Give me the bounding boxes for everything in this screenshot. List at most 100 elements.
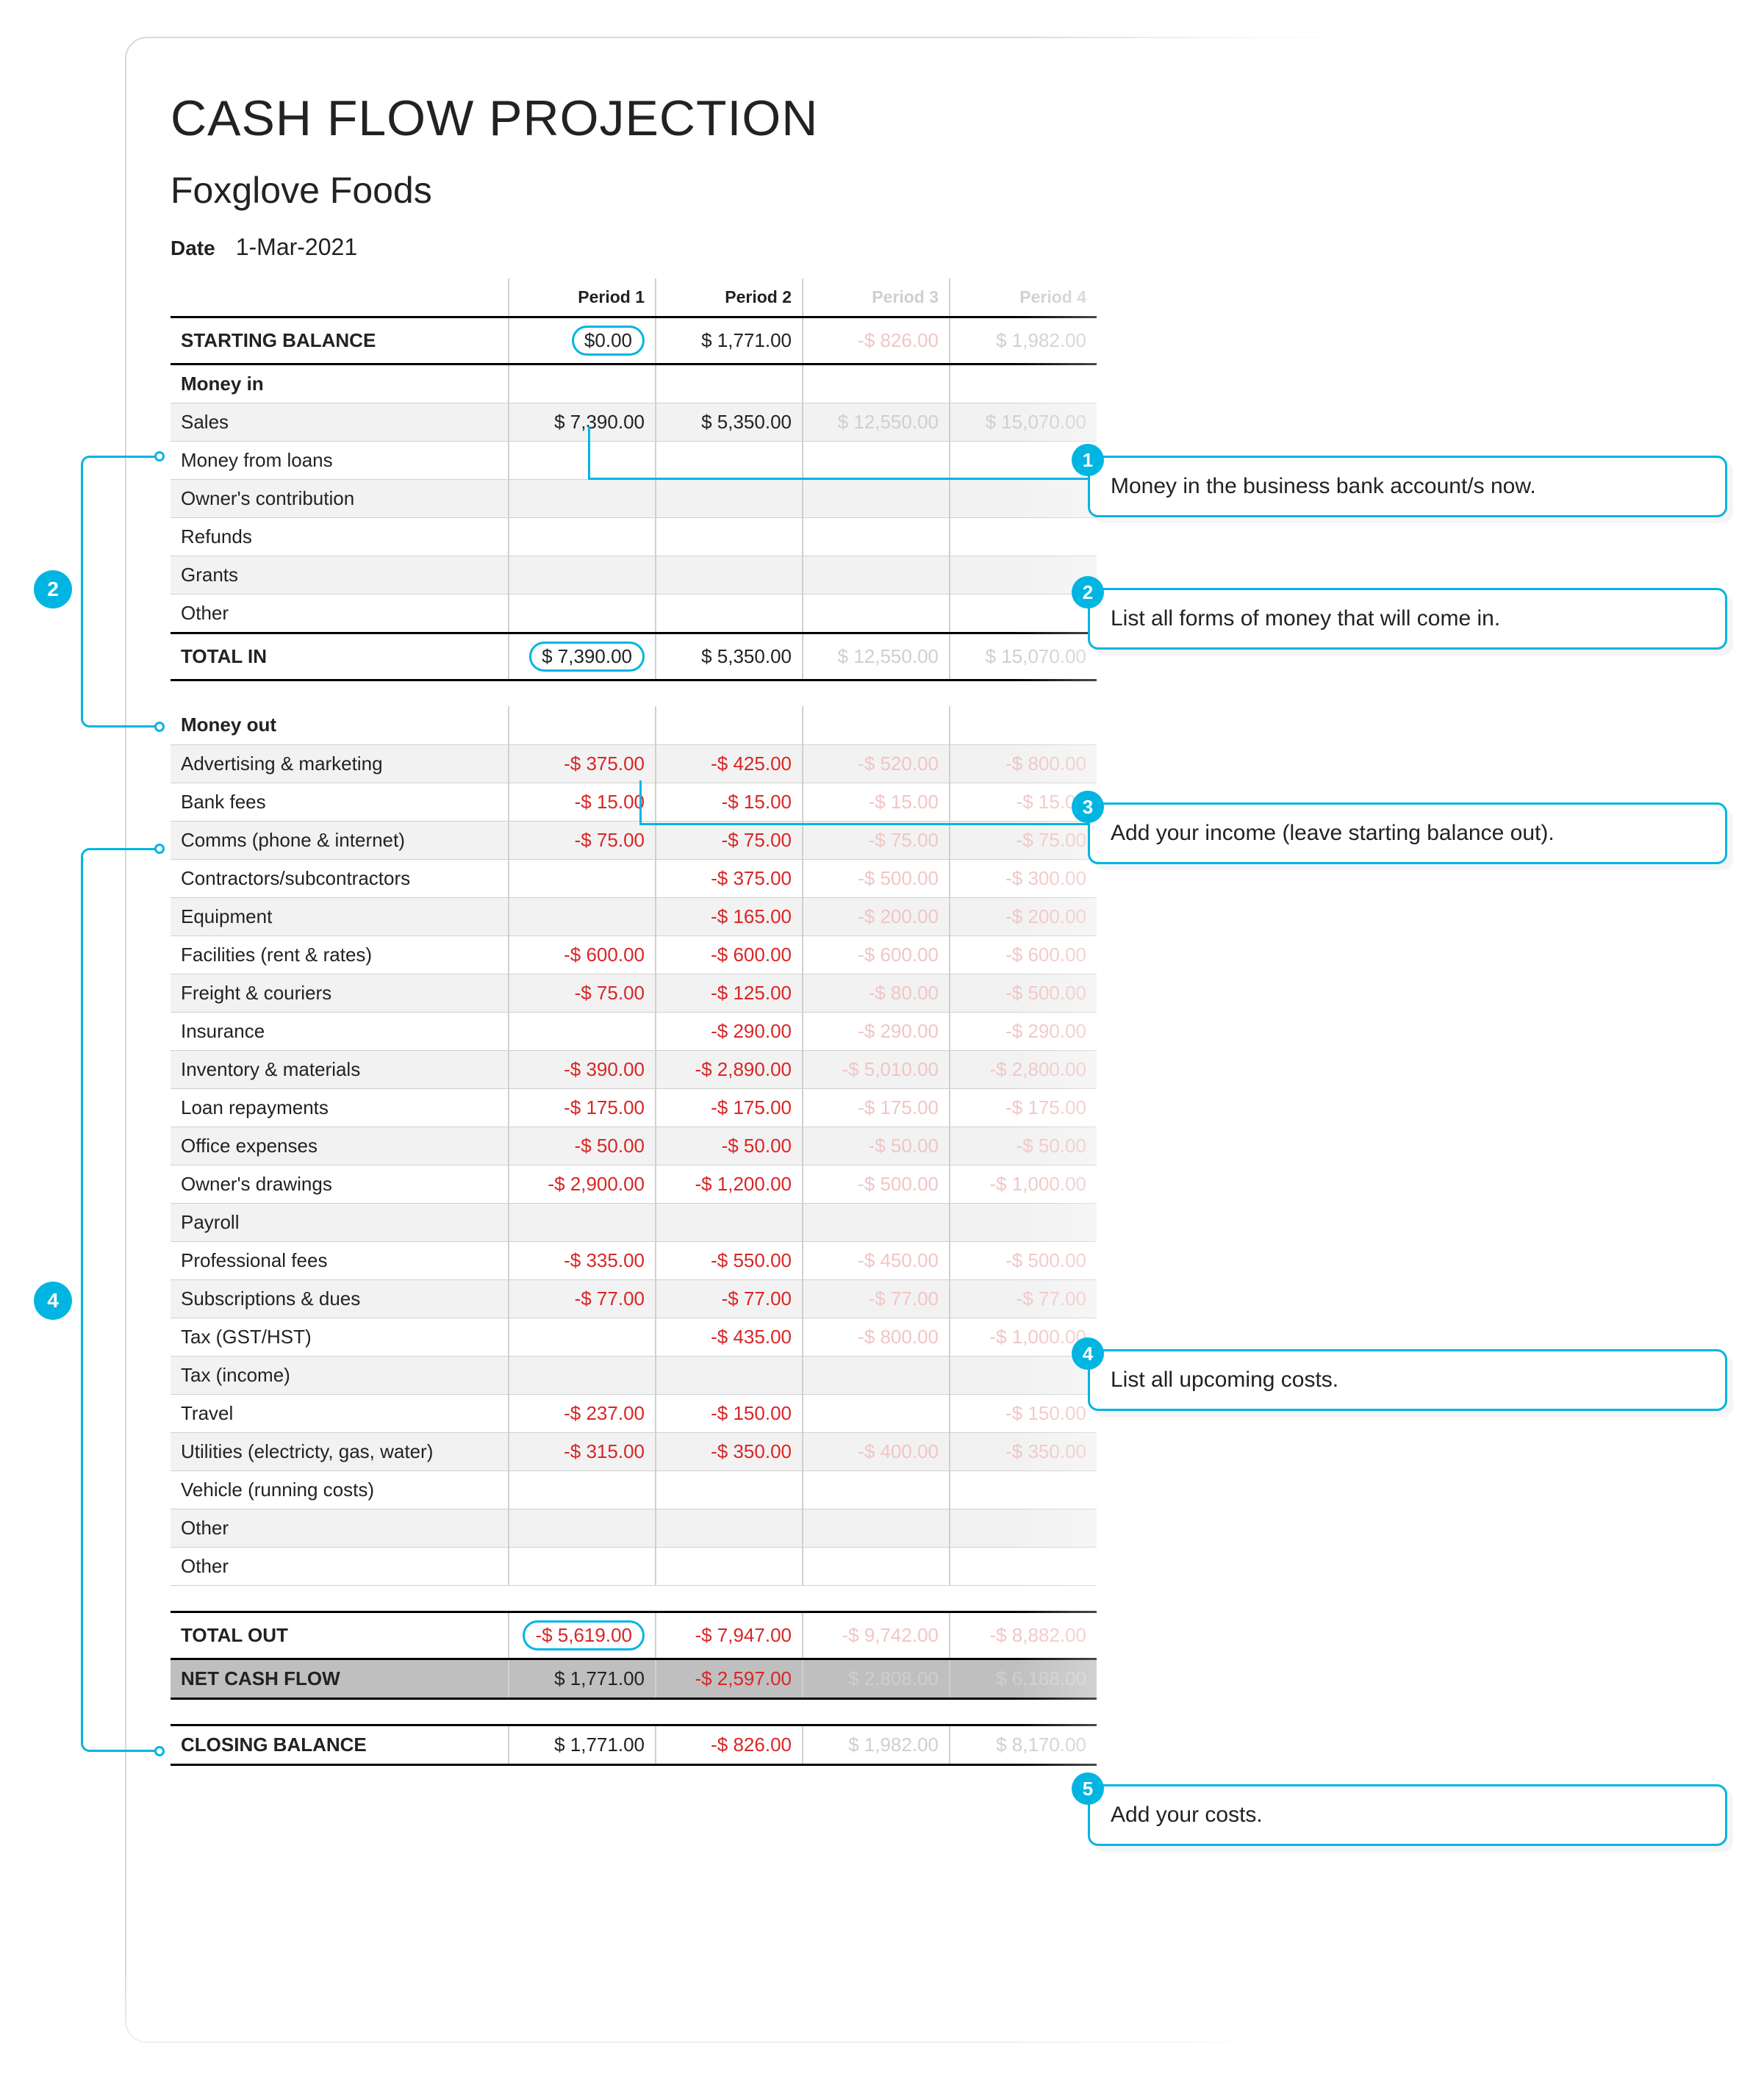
money-out-p2: -$ 375.00: [656, 859, 803, 897]
money-in-p3: [803, 479, 950, 517]
money-out-p2: -$ 435.00: [656, 1318, 803, 1356]
row-total-out-label: TOTAL OUT: [171, 1612, 509, 1659]
money-in-p2: [656, 517, 803, 556]
money-out-p2: -$ 50.00: [656, 1127, 803, 1165]
money-out-p4: [950, 1509, 1097, 1547]
closing-p2: -$ 826.00: [656, 1725, 803, 1764]
money-out-p3: -$ 175.00: [803, 1088, 950, 1127]
money-out-row-label: Freight & couriers: [171, 974, 509, 1012]
cell: [509, 364, 656, 403]
money-out-p1: -$ 390.00: [509, 1050, 656, 1088]
closing-p3: $ 1,982.00: [803, 1725, 950, 1764]
money-out-row-label: Bank fees: [171, 783, 509, 821]
money-out-p4: [950, 1547, 1097, 1585]
money-out-row-label: Travel: [171, 1394, 509, 1432]
cell: [171, 1585, 509, 1612]
money-out-row-label: Owner's drawings: [171, 1165, 509, 1203]
callout-badge-3: 3: [1072, 791, 1104, 823]
xero-branding: xero Beautiful business: [1524, 94, 1696, 172]
money-out-p2: [656, 1356, 803, 1394]
money-out-row-label: Contractors/subcontractors: [171, 859, 509, 897]
callout-4: List all upcoming costs.: [1088, 1349, 1727, 1411]
col-period-3: Period 3: [803, 279, 950, 317]
money-out-p2: -$ 425.00: [656, 744, 803, 783]
callout-5: Add your costs.: [1088, 1784, 1727, 1846]
row-starting-label: STARTING BALANCE: [171, 317, 509, 364]
cell: [950, 1698, 1097, 1725]
money-out-p1: [509, 1203, 656, 1241]
money-out-p2: [656, 1547, 803, 1585]
money-out-p3: [803, 1356, 950, 1394]
money-in-p2: [656, 594, 803, 633]
total-in-p2: $ 5,350.00: [656, 633, 803, 680]
money-out-row-label: Tax (GST/HST): [171, 1318, 509, 1356]
money-out-p3: -$ 5,010.00: [803, 1050, 950, 1088]
money-out-row-label: Other: [171, 1547, 509, 1585]
money-out-p3: [803, 1509, 950, 1547]
money-out-p4: -$ 350.00: [950, 1432, 1097, 1470]
money-out-p3: -$ 450.00: [803, 1241, 950, 1279]
money-out-p2: -$ 165.00: [656, 897, 803, 935]
money-out-row-label: Inventory & materials: [171, 1050, 509, 1088]
money-out-row-label: Professional fees: [171, 1241, 509, 1279]
money-out-p2: -$ 150.00: [656, 1394, 803, 1432]
money-in-p1: [509, 594, 656, 633]
money-out-p1: -$ 75.00: [509, 974, 656, 1012]
money-out-row-label: Payroll: [171, 1203, 509, 1241]
money-out-p3: -$ 800.00: [803, 1318, 950, 1356]
cell: [171, 1698, 509, 1725]
money-out-p2: -$ 125.00: [656, 974, 803, 1012]
money-in-p1: [509, 441, 656, 479]
bracket-badge-2: 2: [34, 570, 72, 608]
money-out-p4: [950, 1203, 1097, 1241]
money-out-p4: -$ 1,000.00: [950, 1165, 1097, 1203]
money-in-row-label: Refunds: [171, 517, 509, 556]
money-out-p3: -$ 500.00: [803, 859, 950, 897]
net-p1: $ 1,771.00: [509, 1659, 656, 1698]
total-in-p1: $ 7,390.00: [509, 633, 656, 680]
money-in-row-label: Sales: [171, 403, 509, 441]
money-in-row-label: Other: [171, 594, 509, 633]
cell: [656, 1698, 803, 1725]
money-out-row-label: Vehicle (running costs): [171, 1470, 509, 1509]
cell: [656, 706, 803, 744]
date-row: Date 1-Mar-2021: [171, 234, 818, 261]
cell: [656, 1585, 803, 1612]
money-out-p4: [950, 1470, 1097, 1509]
money-out-p2: [656, 1509, 803, 1547]
money-out-p1: -$ 237.00: [509, 1394, 656, 1432]
date-value: 1-Mar-2021: [236, 234, 357, 261]
starting-p3: -$ 826.00: [803, 317, 950, 364]
money-out-p4: -$ 2,800.00: [950, 1050, 1097, 1088]
money-out-p3: -$ 15.00: [803, 783, 950, 821]
money-out-p1: -$ 175.00: [509, 1088, 656, 1127]
money-out-p1: -$ 2,900.00: [509, 1165, 656, 1203]
connector: [588, 478, 1088, 480]
money-out-row-label: Office expenses: [171, 1127, 509, 1165]
money-out-p1: -$ 15.00: [509, 783, 656, 821]
money-in-p2: [656, 479, 803, 517]
bracket-money-in: [81, 456, 162, 728]
money-in-row-label: Owner's contribution: [171, 479, 509, 517]
cell: [803, 364, 950, 403]
money-out-p2: -$ 77.00: [656, 1279, 803, 1318]
callout-2: List all forms of money that will come i…: [1088, 588, 1727, 650]
money-in-p3: [803, 556, 950, 594]
page-title: CASH FLOW PROJECTION: [171, 90, 818, 147]
money-out-p4: -$ 500.00: [950, 974, 1097, 1012]
cell: [509, 1585, 656, 1612]
cell: [656, 680, 803, 706]
money-out-p1: [509, 1012, 656, 1050]
money-out-row-label: Equipment: [171, 897, 509, 935]
starting-p1: $0.00: [509, 317, 656, 364]
bracket-badge-4: 4: [34, 1282, 72, 1320]
row-closing-label: CLOSING BALANCE: [171, 1725, 509, 1764]
money-out-p1: [509, 1470, 656, 1509]
cell: [656, 364, 803, 403]
money-in-p3: [803, 517, 950, 556]
money-out-p2: -$ 2,890.00: [656, 1050, 803, 1088]
money-out-p3: [803, 1547, 950, 1585]
company-name: Foxglove Foods: [171, 169, 818, 212]
total-out-p2: -$ 7,947.00: [656, 1612, 803, 1659]
closing-p4: $ 8,170.00: [950, 1725, 1097, 1764]
